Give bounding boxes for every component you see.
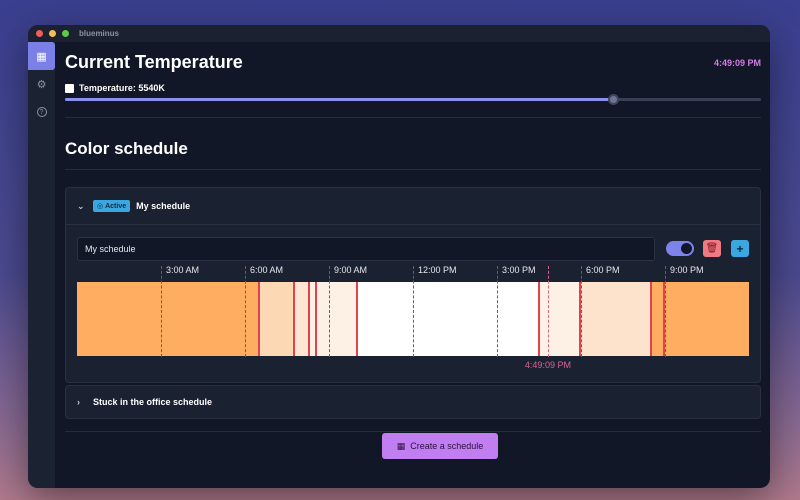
timeline-segment: [259, 282, 294, 356]
sidebar-item-help[interactable]: ?: [28, 98, 55, 126]
check-circle-icon: ◎: [97, 203, 104, 210]
timeline-segment: [77, 282, 259, 356]
transition-marker[interactable]: [293, 282, 295, 356]
current-time-indicator: [547, 266, 549, 357]
schedule-active-toggle[interactable]: [666, 241, 694, 256]
timeline-segment: [579, 282, 651, 356]
schedule-card: › Stuck in the office schedule: [65, 385, 761, 419]
timeline-tick-label: 3:00 PM: [502, 265, 536, 275]
timeline-tick-label: 3:00 AM: [166, 265, 200, 275]
add-schedule-point-button[interactable]: +: [731, 240, 749, 257]
transition-marker[interactable]: [356, 282, 358, 356]
schedule-card-header[interactable]: ⌄ ◎ Active My schedule: [66, 188, 760, 224]
schedule-name: Stuck in the office schedule: [93, 397, 213, 407]
status-badge-label: Active: [105, 202, 127, 210]
schedule-name-input[interactable]: [77, 237, 655, 261]
toggle-knob: [681, 243, 692, 254]
sidebar-item-calendar[interactable]: ▦: [28, 42, 55, 70]
clock-readout: 4:49:09 PM: [713, 58, 761, 68]
page-title: Current Temperature: [65, 52, 243, 72]
current-time-label: 4:49:09 PM: [524, 360, 571, 370]
create-schedule-label: Create a schedule: [410, 441, 484, 451]
timeline-tick-line: [413, 266, 414, 357]
timeline-tick-line: [329, 266, 330, 357]
chevron-right-icon[interactable]: ›: [77, 397, 85, 407]
timeline-segment: [539, 282, 580, 356]
transition-marker[interactable]: [308, 282, 311, 356]
slider-fill: [65, 98, 613, 101]
window-title: blueminus: [79, 29, 120, 38]
section-divider: [65, 431, 761, 432]
status-badge: ◎ Active: [93, 200, 131, 212]
slider-thumb[interactable]: [607, 94, 619, 105]
timeline-segment: [357, 282, 539, 356]
timeline-tick-label: 12:00 PM: [418, 265, 457, 275]
plus-icon: +: [736, 241, 744, 256]
transition-marker[interactable]: [315, 282, 318, 356]
close-window-button[interactable]: [36, 30, 43, 37]
create-schedule-button[interactable]: ▦ Create a schedule: [382, 433, 498, 459]
calendar-icon: ▦: [396, 440, 406, 451]
sidebar: ▦ ⚙ ?: [28, 42, 55, 488]
title-bar: blueminus: [28, 25, 770, 42]
app-window: blueminus ▦ ⚙ ? Current Temperature 4:49…: [28, 25, 770, 488]
main-content: Current Temperature 4:49:09 PM Temperatu…: [55, 42, 770, 488]
schedule-card: ⌄ ◎ Active My schedule 🗑 +: [65, 187, 761, 383]
timeline-segment: [316, 282, 357, 356]
temperature-label: Temperature: 5540K: [79, 83, 165, 93]
transition-marker[interactable]: [538, 282, 540, 356]
timeline-segment: [294, 282, 310, 356]
timeline-tick-label: 9:00 PM: [670, 265, 704, 275]
calendar-icon: ▦: [36, 50, 47, 63]
zoom-window-button[interactable]: [62, 30, 69, 37]
temperature-swatch: [65, 83, 74, 93]
help-icon: ?: [36, 107, 47, 117]
timeline-tick-line: [245, 266, 246, 357]
transition-marker[interactable]: [258, 282, 260, 356]
gear-icon: ⚙: [36, 78, 47, 91]
timeline-tick-line: [497, 266, 498, 357]
delete-schedule-button[interactable]: 🗑: [703, 240, 721, 257]
temperature-slider[interactable]: [65, 94, 761, 105]
schedule-timeline[interactable]: 3:00 AM 6:00 AM 9:00 AM 12:00 PM 3:00 PM 6:00…: [77, 265, 749, 375]
timeline-tick-line: [581, 266, 582, 357]
section-divider: [65, 169, 761, 170]
temperature-row: Temperature: 5540K: [65, 83, 165, 93]
timeline-tick-line: [665, 266, 666, 357]
chevron-down-icon[interactable]: ⌄: [77, 201, 85, 212]
schedule-card-body: 🗑 + 3:00 AM 6:00 AM 9:00 AM 12:00 PM 3:00 PM…: [66, 224, 760, 382]
sidebar-item-settings[interactable]: ⚙: [28, 70, 55, 98]
schedule-name: My schedule: [136, 201, 191, 211]
timeline-tick-label: 6:00 AM: [250, 265, 284, 275]
trash-icon: 🗑: [705, 243, 719, 254]
section-title: Color schedule: [65, 139, 188, 158]
timeline-tick-label: 6:00 PM: [586, 265, 620, 275]
timeline-tick-line: [161, 266, 162, 357]
schedule-card-header[interactable]: › Stuck in the office schedule: [66, 386, 760, 418]
timeline-tick-label: 9:00 AM: [334, 265, 368, 275]
section-divider: [65, 117, 761, 118]
minimize-window-button[interactable]: [49, 30, 56, 37]
transition-marker[interactable]: [650, 282, 652, 356]
